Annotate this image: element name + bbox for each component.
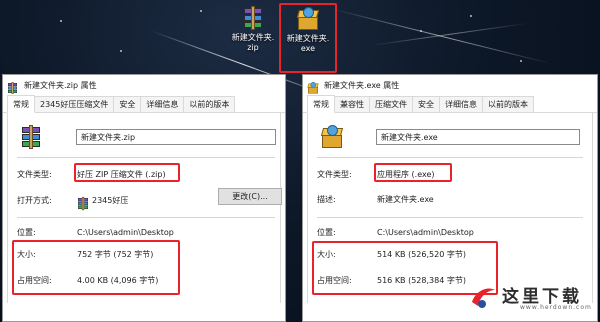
divider xyxy=(317,157,583,158)
tab-previous-versions[interactable]: 以前的版本 xyxy=(183,96,236,112)
open-with-label: 打开方式: xyxy=(17,196,52,205)
archive-icon xyxy=(7,82,17,94)
divider xyxy=(317,217,583,218)
window-title: 新建文件夹.zip 属性 xyxy=(24,80,97,90)
tab-security[interactable]: 安全 xyxy=(113,96,142,112)
watermark-logo-icon xyxy=(472,288,495,308)
watermark-url: www.herdown.com xyxy=(520,304,592,311)
file-type-value: 好压 ZIP 压缩文件 (.zip) xyxy=(77,170,166,179)
open-with-value: 2345好压 xyxy=(92,196,129,205)
desktop-icon-zip[interactable]: 新建文件夹. zip xyxy=(227,6,279,53)
disk-size-label: 占用空间: xyxy=(317,276,352,285)
location-row: 位置: C:\Users\admin\Desktop xyxy=(17,227,174,238)
archive-icon xyxy=(77,196,88,211)
size-label: 大小: xyxy=(317,250,336,259)
site-watermark: 这里下载 www.herdown.com xyxy=(468,278,596,318)
tab-compatibility[interactable]: 兼容性 xyxy=(334,96,370,112)
file-name-field[interactable]: 新建文件夹.zip xyxy=(76,129,276,145)
title-bar[interactable]: 新建文件夹.exe 属性 xyxy=(303,75,597,95)
tab-security[interactable]: 安全 xyxy=(412,96,440,112)
installer-box-icon xyxy=(296,7,320,31)
location-row: 位置: C:\Users\admin\Desktop xyxy=(317,227,474,238)
file-name-field[interactable]: 新建文件夹.exe xyxy=(376,129,580,145)
file-type-row: 文件类型: 好压 ZIP 压缩文件 (.zip) xyxy=(17,169,166,180)
file-type-value: 应用程序 (.exe) xyxy=(377,170,435,179)
tab-details[interactable]: 详细信息 xyxy=(140,96,185,112)
divider xyxy=(17,217,275,218)
archive-icon xyxy=(242,6,264,30)
divider xyxy=(17,157,275,158)
change-button[interactable]: 更改(C)... xyxy=(218,188,282,205)
tab-bar: 常规 兼容性 压缩文件 安全 详细信息 以前的版本 xyxy=(303,95,597,113)
size-row: 大小: 752 字节 (752 字节) xyxy=(17,249,153,260)
disk-size-row: 占用空间: 516 KB (528,384 字节) xyxy=(317,275,466,286)
disk-size-row: 占用空间: 4.00 KB (4,096 字节) xyxy=(17,275,158,286)
tab-general[interactable]: 常规 xyxy=(7,95,35,113)
size-value: 514 KB (526,520 字节) xyxy=(377,250,466,259)
desktop-icon-label: 新建文件夹. zip xyxy=(231,33,275,52)
installer-box-icon xyxy=(307,82,319,94)
tab-details[interactable]: 详细信息 xyxy=(439,96,483,112)
description-row: 描述: 新建文件夹.exe xyxy=(317,194,434,205)
general-panel: 新建文件夹.zip 文件类型: 好压 ZIP 压缩文件 (.zip) 打开方式:… xyxy=(7,113,282,303)
location-label: 位置: xyxy=(17,228,36,237)
location-label: 位置: xyxy=(317,228,336,237)
size-value: 752 字节 (752 字节) xyxy=(77,250,154,259)
window-title: 新建文件夹.exe 属性 xyxy=(324,80,400,90)
disk-size-label: 占用空间: xyxy=(17,276,52,285)
size-label: 大小: xyxy=(17,250,36,259)
description-label: 描述: xyxy=(317,195,336,204)
tab-2345-archive[interactable]: 2345好压压缩文件 xyxy=(34,96,115,112)
file-type-row: 文件类型: 应用程序 (.exe) xyxy=(317,169,435,180)
description-value: 新建文件夹.exe xyxy=(377,195,434,204)
desktop-icon-exe[interactable]: 新建文件夹. exe xyxy=(279,3,337,73)
tab-archive[interactable]: 压缩文件 xyxy=(369,96,413,112)
disk-size-value: 4.00 KB (4,096 字节) xyxy=(77,276,159,285)
installer-box-icon xyxy=(320,125,344,149)
archive-icon xyxy=(20,125,42,149)
general-panel: 新建文件夹.exe 文件类型: 应用程序 (.exe) 描述: 新建文件夹.ex… xyxy=(307,113,593,303)
title-bar[interactable]: 新建文件夹.zip 属性 xyxy=(3,75,285,95)
file-type-label: 文件类型: xyxy=(317,170,352,179)
desktop-icon-label: 新建文件夹. exe xyxy=(286,34,330,53)
disk-size-value: 516 KB (528,384 字节) xyxy=(377,276,466,285)
open-with-row: 打开方式: 2345好压 xyxy=(17,194,129,211)
tab-previous-versions[interactable]: 以前的版本 xyxy=(482,96,534,112)
properties-window-zip: 新建文件夹.zip 属性 常规 2345好压压缩文件 安全 详细信息 以前的版本… xyxy=(2,74,286,322)
location-value: C:\Users\admin\Desktop xyxy=(377,228,474,237)
tab-general[interactable]: 常规 xyxy=(307,95,335,113)
tab-bar: 常规 2345好压压缩文件 安全 详细信息 以前的版本 xyxy=(3,95,285,113)
location-value: C:\Users\admin\Desktop xyxy=(77,228,174,237)
size-row: 大小: 514 KB (526,520 字节) xyxy=(317,249,466,260)
file-type-label: 文件类型: xyxy=(17,170,52,179)
